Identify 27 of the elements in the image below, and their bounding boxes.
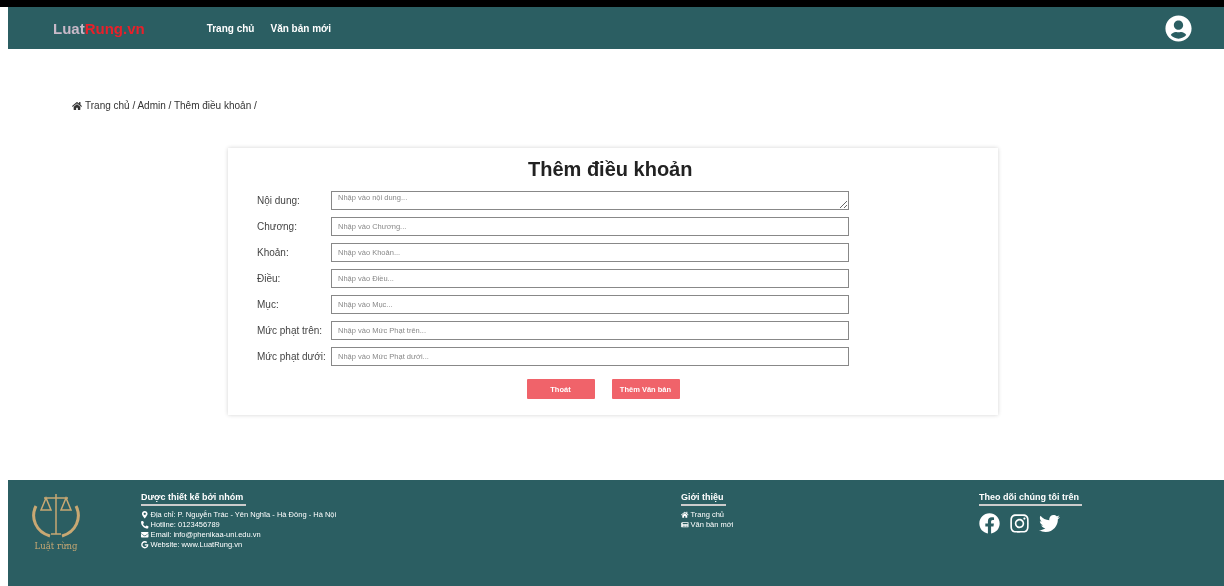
field-label: Nội dung: <box>257 195 301 206</box>
nav-link[interactable]: Văn bản mới <box>270 22 331 34</box>
nav-link[interactable]: Trang chủ <box>206 22 255 34</box>
site-logo[interactable]: LuatRung.vn <box>53 19 145 37</box>
envelope-icon <box>141 531 149 539</box>
field-label: Khoản: <box>257 247 290 258</box>
footer-heading: Giới thiệu <box>681 492 727 506</box>
field-label: Chương: <box>257 221 298 232</box>
breadcrumb[interactable]: Trang chủ / Admin / Thêm điều khoản / <box>85 100 257 111</box>
location-pin-icon <box>141 511 149 519</box>
google-icon <box>141 541 149 549</box>
form-title: Thêm điều khoản <box>528 158 694 181</box>
field-label: Điều: <box>257 273 282 284</box>
home-icon <box>72 100 82 111</box>
brand-name: Luật rừng <box>34 541 78 551</box>
facebook-icon[interactable] <box>979 513 1000 534</box>
home-icon <box>681 511 689 519</box>
user-avatar-icon[interactable] <box>1165 14 1192 42</box>
field-label: Mức phạt dưới: <box>257 351 327 362</box>
twitter-icon[interactable] <box>1039 513 1060 534</box>
newspaper-icon <box>681 521 689 529</box>
field-label: Mức phạt trên: <box>257 325 324 336</box>
field-label: Mục: <box>257 299 280 310</box>
instagram-icon[interactable] <box>1009 513 1030 534</box>
footer-heading: Dược thiết kế bởi nhóm <box>141 492 247 506</box>
phone-icon <box>141 521 149 529</box>
footer-heading: Theo dõi chúng tôi trên <box>979 492 1082 506</box>
